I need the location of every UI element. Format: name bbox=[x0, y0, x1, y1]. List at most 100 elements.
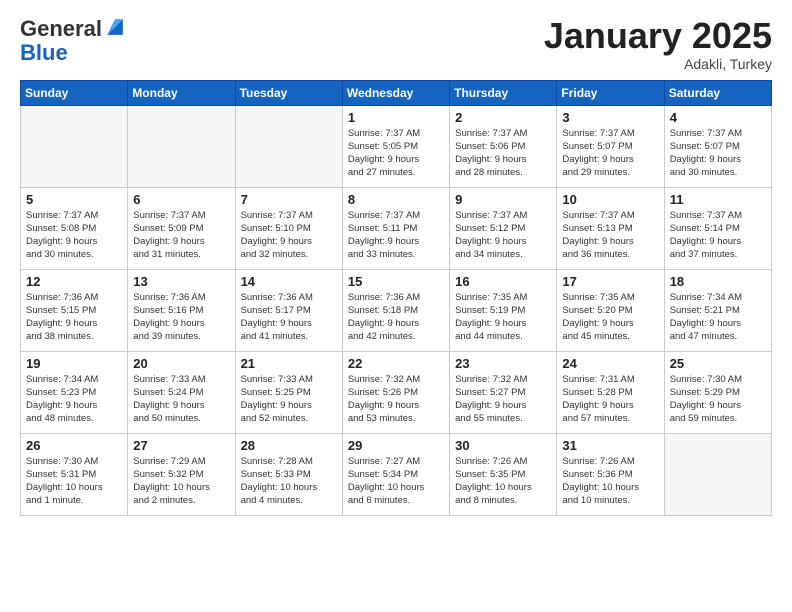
header-saturday: Saturday bbox=[664, 80, 771, 105]
day-number: 13 bbox=[133, 274, 229, 289]
day-info: Sunrise: 7:37 AM Sunset: 5:07 PM Dayligh… bbox=[670, 127, 766, 180]
logo: General Blue bbox=[20, 16, 126, 66]
day-number: 22 bbox=[348, 356, 444, 371]
day-info: Sunrise: 7:34 AM Sunset: 5:23 PM Dayligh… bbox=[26, 373, 122, 426]
day-number: 3 bbox=[562, 110, 658, 125]
header-friday: Friday bbox=[557, 80, 664, 105]
calendar-cell: 20 Sunrise: 7:33 AM Sunset: 5:24 PM Dayli… bbox=[128, 351, 235, 433]
day-info: Sunrise: 7:35 AM Sunset: 5:19 PM Dayligh… bbox=[455, 291, 551, 344]
day-number: 1 bbox=[348, 110, 444, 125]
day-number: 10 bbox=[562, 192, 658, 207]
calendar-cell: 18 Sunrise: 7:34 AM Sunset: 5:21 PM Dayli… bbox=[664, 269, 771, 351]
calendar-cell: 26Sunrise: 7:30 AM Sunset: 5:31 PM Dayli… bbox=[21, 433, 128, 515]
calendar-cell: 12 Sunrise: 7:36 AM Sunset: 5:15 PM Dayli… bbox=[21, 269, 128, 351]
day-number: 6 bbox=[133, 192, 229, 207]
day-number: 25 bbox=[670, 356, 766, 371]
logo-blue: Blue bbox=[20, 40, 68, 66]
day-number: 11 bbox=[670, 192, 766, 207]
calendar-cell: 14Sunrise: 7:36 AM Sunset: 5:17 PM Dayli… bbox=[235, 269, 342, 351]
day-number: 19 bbox=[26, 356, 122, 371]
day-info: Sunrise: 7:37 AM Sunset: 5:09 PM Dayligh… bbox=[133, 209, 229, 262]
calendar-cell bbox=[128, 105, 235, 187]
day-info: Sunrise: 7:37 AM Sunset: 5:11 PM Dayligh… bbox=[348, 209, 444, 262]
calendar-cell: 8 Sunrise: 7:37 AM Sunset: 5:11 PM Daylig… bbox=[342, 187, 449, 269]
page: General Blue January 2025 Adakli, Turkey… bbox=[0, 0, 792, 612]
calendar-cell: 19 Sunrise: 7:34 AM Sunset: 5:23 PM Dayli… bbox=[21, 351, 128, 433]
calendar-cell: 10 Sunrise: 7:37 AM Sunset: 5:13 PM Dayli… bbox=[557, 187, 664, 269]
day-info: Sunrise: 7:34 AM Sunset: 5:21 PM Dayligh… bbox=[670, 291, 766, 344]
day-info: Sunrise: 7:37 AM Sunset: 5:08 PM Dayligh… bbox=[26, 209, 122, 262]
calendar-cell: 27 Sunrise: 7:29 AM Sunset: 5:32 PM Dayli… bbox=[128, 433, 235, 515]
day-info: Sunrise: 7:37 AM Sunset: 5:10 PM Dayligh… bbox=[241, 209, 337, 262]
calendar-cell: 4 Sunrise: 7:37 AM Sunset: 5:07 PM Daylig… bbox=[664, 105, 771, 187]
day-info: Sunrise: 7:36 AM Sunset: 5:15 PM Dayligh… bbox=[26, 291, 122, 344]
day-info: Sunrise: 7:36 AM Sunset: 5:18 PM Dayligh… bbox=[348, 291, 444, 344]
day-number: 24 bbox=[562, 356, 658, 371]
day-info: Sunrise: 7:37 AM Sunset: 5:14 PM Dayligh… bbox=[670, 209, 766, 262]
day-number: 2 bbox=[455, 110, 551, 125]
week-row-1: 1 Sunrise: 7:37 AM Sunset: 5:05 PM Daylig… bbox=[21, 105, 772, 187]
header-tuesday: Tuesday bbox=[235, 80, 342, 105]
day-info: Sunrise: 7:27 AM Sunset: 5:34 PM Dayligh… bbox=[348, 455, 444, 508]
calendar-cell bbox=[21, 105, 128, 187]
calendar-table: Sunday Monday Tuesday Wednesday Thursday… bbox=[20, 80, 772, 516]
day-number: 15 bbox=[348, 274, 444, 289]
day-number: 18 bbox=[670, 274, 766, 289]
calendar-cell: 17 Sunrise: 7:35 AM Sunset: 5:20 PM Dayli… bbox=[557, 269, 664, 351]
calendar-cell: 25Sunrise: 7:30 AM Sunset: 5:29 PM Dayli… bbox=[664, 351, 771, 433]
day-number: 4 bbox=[670, 110, 766, 125]
day-info: Sunrise: 7:37 AM Sunset: 5:07 PM Dayligh… bbox=[562, 127, 658, 180]
calendar-cell: 15 Sunrise: 7:36 AM Sunset: 5:18 PM Dayli… bbox=[342, 269, 449, 351]
day-info: Sunrise: 7:36 AM Sunset: 5:16 PM Dayligh… bbox=[133, 291, 229, 344]
header-thursday: Thursday bbox=[450, 80, 557, 105]
calendar-cell: 21 Sunrise: 7:33 AM Sunset: 5:25 PM Dayli… bbox=[235, 351, 342, 433]
calendar-cell: 24 Sunrise: 7:31 AM Sunset: 5:28 PM Dayli… bbox=[557, 351, 664, 433]
day-info: Sunrise: 7:26 AM Sunset: 5:36 PM Dayligh… bbox=[562, 455, 658, 508]
day-info: Sunrise: 7:33 AM Sunset: 5:25 PM Dayligh… bbox=[241, 373, 337, 426]
day-number: 14 bbox=[241, 274, 337, 289]
day-info: Sunrise: 7:33 AM Sunset: 5:24 PM Dayligh… bbox=[133, 373, 229, 426]
day-number: 5 bbox=[26, 192, 122, 207]
day-info: Sunrise: 7:37 AM Sunset: 5:06 PM Dayligh… bbox=[455, 127, 551, 180]
day-info: Sunrise: 7:37 AM Sunset: 5:13 PM Dayligh… bbox=[562, 209, 658, 262]
day-number: 17 bbox=[562, 274, 658, 289]
logo-general: General bbox=[20, 18, 102, 40]
calendar-cell: 1 Sunrise: 7:37 AM Sunset: 5:05 PM Daylig… bbox=[342, 105, 449, 187]
week-row-5: 26Sunrise: 7:30 AM Sunset: 5:31 PM Dayli… bbox=[21, 433, 772, 515]
calendar-cell: 28Sunrise: 7:28 AM Sunset: 5:33 PM Dayli… bbox=[235, 433, 342, 515]
day-number: 28 bbox=[241, 438, 337, 453]
calendar-cell: 7 Sunrise: 7:37 AM Sunset: 5:10 PM Daylig… bbox=[235, 187, 342, 269]
day-number: 12 bbox=[26, 274, 122, 289]
day-info: Sunrise: 7:31 AM Sunset: 5:28 PM Dayligh… bbox=[562, 373, 658, 426]
calendar-cell: 9Sunrise: 7:37 AM Sunset: 5:12 PM Daylig… bbox=[450, 187, 557, 269]
location: Adakli, Turkey bbox=[544, 56, 772, 72]
day-number: 23 bbox=[455, 356, 551, 371]
week-row-2: 5 Sunrise: 7:37 AM Sunset: 5:08 PM Daylig… bbox=[21, 187, 772, 269]
day-number: 16 bbox=[455, 274, 551, 289]
week-row-4: 19 Sunrise: 7:34 AM Sunset: 5:23 PM Dayli… bbox=[21, 351, 772, 433]
calendar-cell: 13 Sunrise: 7:36 AM Sunset: 5:16 PM Dayli… bbox=[128, 269, 235, 351]
calendar-cell: 6 Sunrise: 7:37 AM Sunset: 5:09 PM Daylig… bbox=[128, 187, 235, 269]
calendar-cell: 3 Sunrise: 7:37 AM Sunset: 5:07 PM Daylig… bbox=[557, 105, 664, 187]
header-sunday: Sunday bbox=[21, 80, 128, 105]
day-number: 30 bbox=[455, 438, 551, 453]
day-number: 20 bbox=[133, 356, 229, 371]
day-number: 8 bbox=[348, 192, 444, 207]
calendar-cell: 31Sunrise: 7:26 AM Sunset: 5:36 PM Dayli… bbox=[557, 433, 664, 515]
calendar-cell: 2 Sunrise: 7:37 AM Sunset: 5:06 PM Daylig… bbox=[450, 105, 557, 187]
day-info: Sunrise: 7:29 AM Sunset: 5:32 PM Dayligh… bbox=[133, 455, 229, 508]
day-number: 27 bbox=[133, 438, 229, 453]
header: General Blue January 2025 Adakli, Turkey bbox=[20, 16, 772, 72]
calendar-cell bbox=[664, 433, 771, 515]
weekday-header-row: Sunday Monday Tuesday Wednesday Thursday… bbox=[21, 80, 772, 105]
day-number: 21 bbox=[241, 356, 337, 371]
calendar-cell: 5 Sunrise: 7:37 AM Sunset: 5:08 PM Daylig… bbox=[21, 187, 128, 269]
calendar-cell: 30Sunrise: 7:26 AM Sunset: 5:35 PM Dayli… bbox=[450, 433, 557, 515]
day-info: Sunrise: 7:35 AM Sunset: 5:20 PM Dayligh… bbox=[562, 291, 658, 344]
day-number: 7 bbox=[241, 192, 337, 207]
day-number: 26 bbox=[26, 438, 122, 453]
month-title: January 2025 bbox=[544, 16, 772, 56]
day-info: Sunrise: 7:37 AM Sunset: 5:05 PM Dayligh… bbox=[348, 127, 444, 180]
calendar-cell: 11 Sunrise: 7:37 AM Sunset: 5:14 PM Dayli… bbox=[664, 187, 771, 269]
day-info: Sunrise: 7:37 AM Sunset: 5:12 PM Dayligh… bbox=[455, 209, 551, 262]
